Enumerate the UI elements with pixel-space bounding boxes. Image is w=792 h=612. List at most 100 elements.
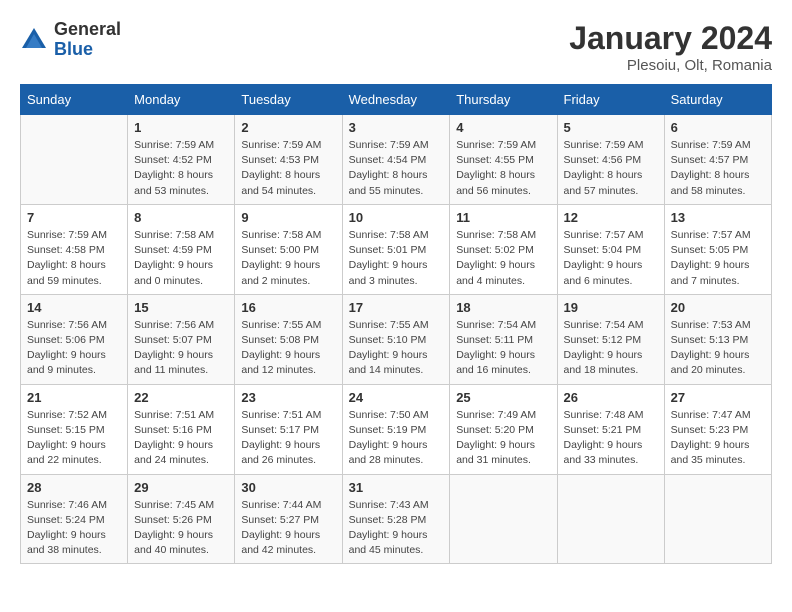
calendar-cell: 28 Sunrise: 7:46 AM Sunset: 5:24 PM Dayli… <box>21 474 128 564</box>
day-info: Sunrise: 7:52 AM Sunset: 5:15 PM Dayligh… <box>27 408 121 469</box>
calendar-cell: 5 Sunrise: 7:59 AM Sunset: 4:56 PM Daylig… <box>557 115 664 205</box>
day-number: 1 <box>134 120 228 135</box>
calendar-cell <box>450 474 557 564</box>
calendar-cell: 24 Sunrise: 7:50 AM Sunset: 5:19 PM Dayli… <box>342 384 450 474</box>
day-info: Sunrise: 7:54 AM Sunset: 5:11 PM Dayligh… <box>456 318 550 379</box>
calendar-cell: 17 Sunrise: 7:55 AM Sunset: 5:10 PM Dayli… <box>342 294 450 384</box>
day-info: Sunrise: 7:58 AM Sunset: 4:59 PM Dayligh… <box>134 228 228 289</box>
day-number: 30 <box>241 480 335 495</box>
day-number: 18 <box>456 300 550 315</box>
day-info: Sunrise: 7:58 AM Sunset: 5:02 PM Dayligh… <box>456 228 550 289</box>
logo-blue-text: Blue <box>54 40 121 60</box>
header-row: SundayMondayTuesdayWednesdayThursdayFrid… <box>21 85 772 115</box>
col-header-thursday: Thursday <box>450 85 557 115</box>
day-info: Sunrise: 7:56 AM Sunset: 5:07 PM Dayligh… <box>134 318 228 379</box>
calendar-cell: 27 Sunrise: 7:47 AM Sunset: 5:23 PM Dayli… <box>664 384 771 474</box>
day-number: 10 <box>349 210 444 225</box>
day-number: 6 <box>671 120 765 135</box>
calendar-cell: 12Sunrise: 7:57 AM Sunset: 5:04 PM Dayli… <box>557 204 664 294</box>
day-info: Sunrise: 7:51 AM Sunset: 5:16 PM Dayligh… <box>134 408 228 469</box>
calendar-cell: 21 Sunrise: 7:52 AM Sunset: 5:15 PM Dayli… <box>21 384 128 474</box>
day-info: Sunrise: 7:59 AM Sunset: 4:58 PM Dayligh… <box>27 228 121 289</box>
day-info: Sunrise: 7:58 AM Sunset: 5:00 PM Dayligh… <box>241 228 335 289</box>
day-number: 28 <box>27 480 121 495</box>
day-number: 5 <box>564 120 658 135</box>
calendar-cell: 15 Sunrise: 7:56 AM Sunset: 5:07 PM Dayli… <box>128 294 235 384</box>
calendar-cell: 2 Sunrise: 7:59 AM Sunset: 4:53 PM Daylig… <box>235 115 342 205</box>
title-block: January 2024 Plesoiu, Olt, Romania <box>569 20 772 74</box>
logo-icon <box>20 26 48 54</box>
day-info: Sunrise: 7:50 AM Sunset: 5:19 PM Dayligh… <box>349 408 444 469</box>
calendar-cell: 3 Sunrise: 7:59 AM Sunset: 4:54 PM Daylig… <box>342 115 450 205</box>
day-info: Sunrise: 7:57 AM Sunset: 5:05 PM Dayligh… <box>671 228 765 289</box>
day-number: 21 <box>27 390 121 405</box>
day-number: 3 <box>349 120 444 135</box>
calendar-cell: 26 Sunrise: 7:48 AM Sunset: 5:21 PM Dayli… <box>557 384 664 474</box>
day-number: 15 <box>134 300 228 315</box>
calendar-cell: 8 Sunrise: 7:58 AM Sunset: 4:59 PM Daylig… <box>128 204 235 294</box>
day-number: 2 <box>241 120 335 135</box>
day-info: Sunrise: 7:54 AM Sunset: 5:12 PM Dayligh… <box>564 318 658 379</box>
day-info: Sunrise: 7:43 AM Sunset: 5:28 PM Dayligh… <box>349 498 444 559</box>
day-info: Sunrise: 7:59 AM Sunset: 4:57 PM Dayligh… <box>671 138 765 199</box>
day-info: Sunrise: 7:59 AM Sunset: 4:56 PM Dayligh… <box>564 138 658 199</box>
day-info: Sunrise: 7:55 AM Sunset: 5:08 PM Dayligh… <box>241 318 335 379</box>
col-header-sunday: Sunday <box>21 85 128 115</box>
calendar-cell <box>557 474 664 564</box>
calendar-cell: 23 Sunrise: 7:51 AM Sunset: 5:17 PM Dayli… <box>235 384 342 474</box>
day-info: Sunrise: 7:55 AM Sunset: 5:10 PM Dayligh… <box>349 318 444 379</box>
calendar-cell: 31 Sunrise: 7:43 AM Sunset: 5:28 PM Dayli… <box>342 474 450 564</box>
calendar-cell: 19 Sunrise: 7:54 AM Sunset: 5:12 PM Dayli… <box>557 294 664 384</box>
location-subtitle: Plesoiu, Olt, Romania <box>569 57 772 74</box>
day-info: Sunrise: 7:57 AM Sunset: 5:04 PM Dayligh… <box>564 228 658 289</box>
day-info: Sunrise: 7:59 AM Sunset: 4:52 PM Dayligh… <box>134 138 228 199</box>
day-info: Sunrise: 7:47 AM Sunset: 5:23 PM Dayligh… <box>671 408 765 469</box>
logo: General Blue <box>20 20 121 60</box>
day-number: 13 <box>671 210 765 225</box>
day-number: 14 <box>27 300 121 315</box>
day-info: Sunrise: 7:51 AM Sunset: 5:17 PM Dayligh… <box>241 408 335 469</box>
day-info: Sunrise: 7:59 AM Sunset: 4:53 PM Dayligh… <box>241 138 335 199</box>
calendar-cell: 6 Sunrise: 7:59 AM Sunset: 4:57 PM Daylig… <box>664 115 771 205</box>
day-number: 24 <box>349 390 444 405</box>
week-row-3: 14 Sunrise: 7:56 AM Sunset: 5:06 PM Dayli… <box>21 294 772 384</box>
day-number: 7 <box>27 210 121 225</box>
calendar-cell: 14 Sunrise: 7:56 AM Sunset: 5:06 PM Dayli… <box>21 294 128 384</box>
logo-general-text: General <box>54 20 121 40</box>
calendar-cell: 25Sunrise: 7:49 AM Sunset: 5:20 PM Dayli… <box>450 384 557 474</box>
col-header-saturday: Saturday <box>664 85 771 115</box>
day-number: 26 <box>564 390 658 405</box>
day-number: 11 <box>456 210 550 225</box>
day-info: Sunrise: 7:48 AM Sunset: 5:21 PM Dayligh… <box>564 408 658 469</box>
day-number: 17 <box>349 300 444 315</box>
day-number: 19 <box>564 300 658 315</box>
calendar-cell: 1 Sunrise: 7:59 AM Sunset: 4:52 PM Daylig… <box>128 115 235 205</box>
day-info: Sunrise: 7:49 AM Sunset: 5:20 PM Dayligh… <box>456 408 550 469</box>
col-header-wednesday: Wednesday <box>342 85 450 115</box>
day-number: 27 <box>671 390 765 405</box>
calendar-cell: 10 Sunrise: 7:58 AM Sunset: 5:01 PM Dayli… <box>342 204 450 294</box>
day-info: Sunrise: 7:46 AM Sunset: 5:24 PM Dayligh… <box>27 498 121 559</box>
logo-text: General Blue <box>54 20 121 60</box>
col-header-friday: Friday <box>557 85 664 115</box>
calendar-cell: 7 Sunrise: 7:59 AM Sunset: 4:58 PM Daylig… <box>21 204 128 294</box>
week-row-4: 21 Sunrise: 7:52 AM Sunset: 5:15 PM Dayli… <box>21 384 772 474</box>
col-header-tuesday: Tuesday <box>235 85 342 115</box>
day-info: Sunrise: 7:45 AM Sunset: 5:26 PM Dayligh… <box>134 498 228 559</box>
calendar-cell: 13 Sunrise: 7:57 AM Sunset: 5:05 PM Dayli… <box>664 204 771 294</box>
day-number: 31 <box>349 480 444 495</box>
day-number: 4 <box>456 120 550 135</box>
calendar-table: SundayMondayTuesdayWednesdayThursdayFrid… <box>20 84 772 564</box>
calendar-cell: 20Sunrise: 7:53 AM Sunset: 5:13 PM Dayli… <box>664 294 771 384</box>
day-number: 8 <box>134 210 228 225</box>
day-info: Sunrise: 7:58 AM Sunset: 5:01 PM Dayligh… <box>349 228 444 289</box>
day-info: Sunrise: 7:56 AM Sunset: 5:06 PM Dayligh… <box>27 318 121 379</box>
calendar-cell: 29Sunrise: 7:45 AM Sunset: 5:26 PM Dayli… <box>128 474 235 564</box>
week-row-5: 28 Sunrise: 7:46 AM Sunset: 5:24 PM Dayli… <box>21 474 772 564</box>
col-header-monday: Monday <box>128 85 235 115</box>
calendar-cell: 16Sunrise: 7:55 AM Sunset: 5:08 PM Dayli… <box>235 294 342 384</box>
page-header: General Blue January 2024 Plesoiu, Olt, … <box>20 20 772 74</box>
day-info: Sunrise: 7:59 AM Sunset: 4:54 PM Dayligh… <box>349 138 444 199</box>
day-number: 23 <box>241 390 335 405</box>
calendar-cell <box>664 474 771 564</box>
